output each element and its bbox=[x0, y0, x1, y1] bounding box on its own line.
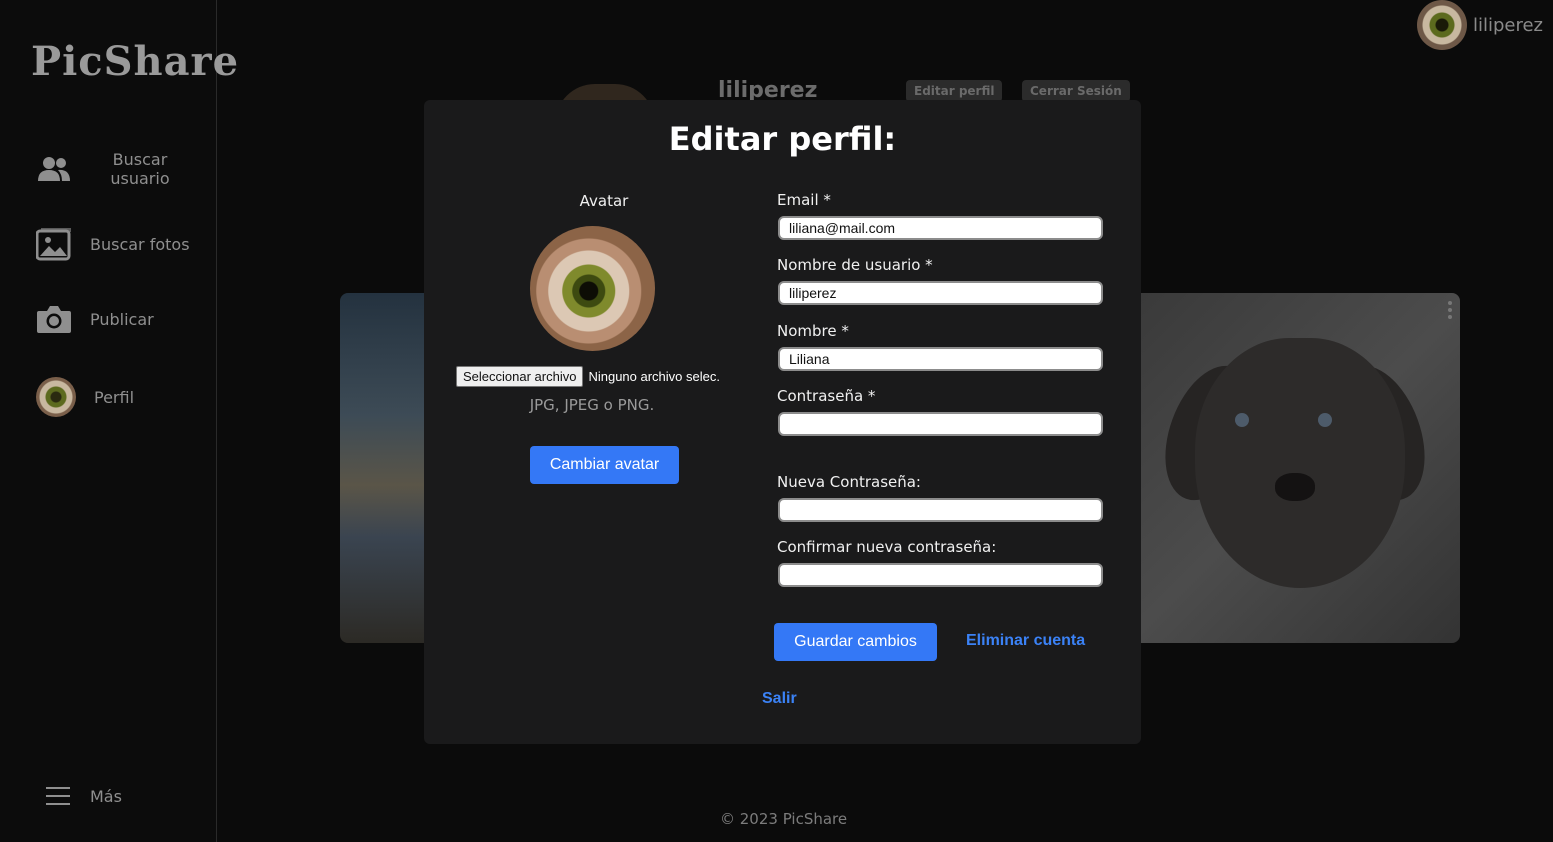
dog-head bbox=[1195, 338, 1405, 588]
footer-copyright: © 2023 PicShare bbox=[720, 810, 848, 828]
images-icon bbox=[36, 226, 72, 262]
more-options-icon[interactable] bbox=[1448, 301, 1454, 319]
sidebar-item-label: Perfil bbox=[94, 387, 135, 407]
avatar bbox=[36, 377, 76, 417]
password-field[interactable] bbox=[778, 412, 1103, 436]
app-logo[interactable]: PicShare bbox=[31, 38, 239, 85]
sidebar-item-label: Buscar usuario bbox=[110, 150, 170, 188]
dog-eye bbox=[1235, 413, 1249, 427]
camera-icon bbox=[36, 301, 72, 337]
new-password-field[interactable] bbox=[778, 498, 1103, 522]
modal-title: Editar perfil: bbox=[668, 120, 897, 158]
avatar-preview bbox=[530, 226, 655, 351]
username-label: Nombre de usuario * bbox=[777, 256, 933, 274]
dog-eye bbox=[1318, 413, 1332, 427]
sidebar: PicShare Buscar usuario Buscar fotos Pub… bbox=[0, 0, 238, 842]
menu-icon bbox=[40, 778, 76, 814]
name-field[interactable] bbox=[778, 347, 1103, 371]
sidebar-item-more[interactable]: Más bbox=[40, 778, 122, 814]
change-avatar-button[interactable]: Cambiar avatar bbox=[530, 446, 679, 484]
email-label: Email * bbox=[777, 191, 831, 209]
sidebar-item-profile[interactable]: Perfil bbox=[36, 377, 134, 417]
file-hint: JPG, JPEG o PNG. bbox=[529, 396, 655, 414]
file-status: Ninguno archivo selec. bbox=[588, 369, 720, 384]
new-password-label: Nueva Contraseña: bbox=[777, 473, 921, 491]
sidebar-item-label: Más bbox=[90, 786, 122, 806]
file-picker: Seleccionar archivo Ninguno archivo sele… bbox=[456, 366, 720, 387]
confirm-password-field[interactable] bbox=[778, 563, 1103, 587]
email-field[interactable] bbox=[778, 216, 1103, 240]
sidebar-item-publish[interactable]: Publicar bbox=[36, 301, 154, 337]
save-changes-button[interactable]: Guardar cambios bbox=[774, 623, 937, 661]
topbar-user[interactable]: liliperez bbox=[1416, 0, 1543, 50]
delete-account-link[interactable]: Eliminar cuenta bbox=[966, 632, 1085, 650]
sidebar-item-label: Buscar fotos bbox=[90, 234, 190, 254]
exit-link[interactable]: Salir bbox=[762, 690, 797, 708]
post-photo-dog[interactable] bbox=[1140, 293, 1460, 643]
password-label: Contraseña * bbox=[777, 387, 876, 405]
username-field[interactable] bbox=[778, 281, 1103, 305]
logout-button[interactable]: Cerrar Sesión bbox=[1022, 80, 1130, 102]
post-photo-beach[interactable] bbox=[340, 293, 426, 643]
sidebar-item-search-user[interactable]: Buscar usuario bbox=[36, 150, 170, 188]
avatar-label: Avatar bbox=[579, 192, 629, 210]
confirm-password-label: Confirmar nueva contraseña: bbox=[777, 538, 997, 556]
avatar bbox=[1416, 0, 1467, 50]
edit-profile-button[interactable]: Editar perfil bbox=[906, 80, 1003, 102]
name-label: Nombre * bbox=[777, 322, 849, 340]
topbar-username: liliperez bbox=[1472, 14, 1543, 36]
users-icon bbox=[36, 151, 72, 187]
dog-nose bbox=[1275, 473, 1315, 501]
select-file-button[interactable]: Seleccionar archivo bbox=[456, 366, 584, 387]
sidebar-item-search-photos[interactable]: Buscar fotos bbox=[36, 226, 190, 262]
sidebar-item-label: Publicar bbox=[90, 309, 154, 329]
edit-profile-modal: Editar perfil: Avatar Seleccionar archiv… bbox=[424, 100, 1141, 744]
